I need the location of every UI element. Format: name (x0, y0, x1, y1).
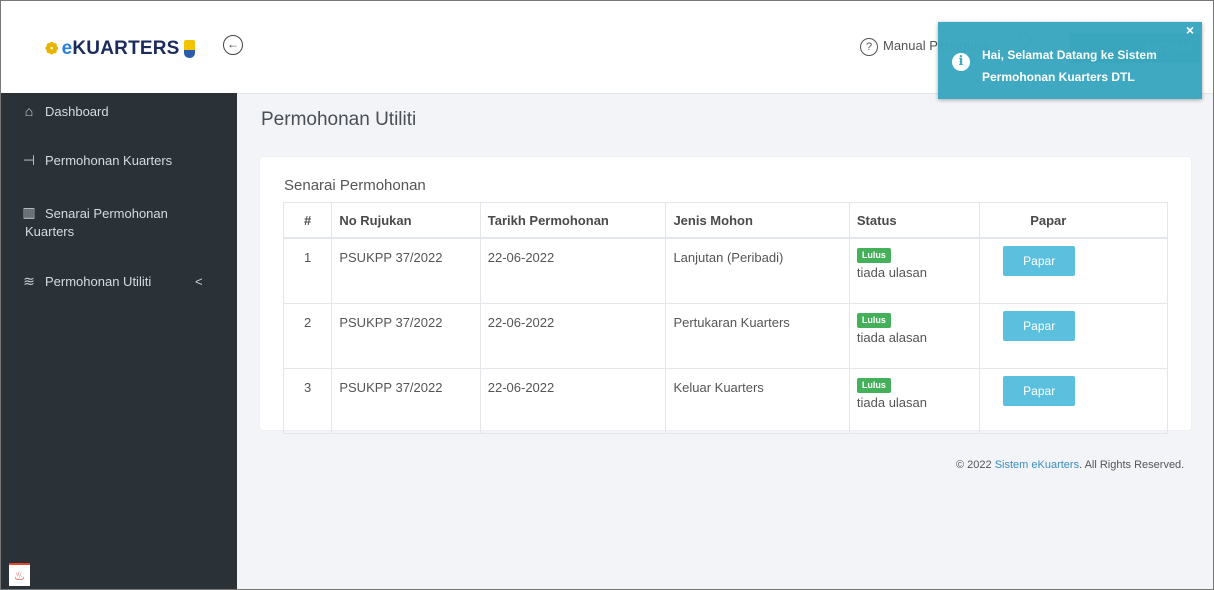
row-view-cell: Papar (979, 303, 1168, 369)
row-status: Lulus tiada alasan (848, 303, 981, 369)
papar-button[interactable]: Papar (1003, 311, 1076, 341)
row-date: 22-06-2022 (479, 237, 667, 304)
column-header-reference: No Rujukan (331, 202, 481, 239)
row-type: Keluar Kuarters (665, 368, 850, 434)
status-reason: tiada ulasan (856, 395, 928, 410)
home-icon: ⌂ (24, 103, 34, 119)
table-row: 3 PSUKPP 37/2022 22-06-2022 Keluar Kuart… (282, 368, 1168, 434)
row-reference: PSUKPP 37/2022 (331, 303, 481, 369)
column-header-status: Status (848, 202, 981, 239)
logo-crest-icon (183, 40, 195, 58)
table-header-row: # No Rujukan Tarikh Permohonan Jenis Moh… (282, 202, 1168, 239)
papar-button[interactable]: Papar (1003, 376, 1076, 406)
logo-text: KUARTERS (72, 38, 180, 59)
column-header-date: Tarikh Permohonan (479, 202, 667, 239)
footer-link[interactable]: Sistem eKuarters (995, 459, 1079, 471)
row-view-cell: Papar (979, 237, 1168, 304)
key-icon: ⊣ (22, 152, 36, 168)
toast-close-icon[interactable]: × (1186, 22, 1194, 38)
app-logo[interactable]: ❁ e KUARTERS (45, 37, 195, 61)
status-reason: tiada ulasan (856, 265, 928, 280)
layers-icon: ≋ (23, 273, 35, 289)
sidebar-item-senarai-permohonan-kuarters[interactable]: ▥ Senarai Permohonan Kuarters (1, 203, 237, 243)
help-circle-icon: ? (860, 38, 878, 56)
sidebar-item-permohonan-kuarters[interactable]: ⊣ Permohonan Kuarters (1, 151, 237, 181)
sidebar-item-label: Senarai Permohonan Kuarters (25, 206, 168, 239)
papar-button[interactable]: Papar (1003, 246, 1076, 276)
card-title: Senarai Permohonan (284, 177, 426, 194)
row-status: Lulus tiada ulasan (848, 368, 981, 434)
row-type: Lanjutan (Peribadi) (665, 237, 850, 304)
sidebar: ⌂ Dashboard ⊣ Permohonan Kuarters ▥ Sena… (1, 93, 237, 589)
status-reason: tiada alasan (856, 330, 928, 345)
laravel-debug-icon[interactable]: ♨ (9, 563, 30, 586)
application-table: # No Rujukan Tarikh Permohonan Jenis Moh… (282, 202, 1168, 434)
status-badge: Lulus (856, 378, 891, 393)
application-list-card: Senarai Permohonan # No Rujukan Tarikh P… (260, 157, 1191, 434)
sidebar-item-dashboard[interactable]: ⌂ Dashboard (1, 102, 237, 132)
row-date: 22-06-2022 (479, 303, 667, 369)
sidebar-item-label: Permohonan Utiliti (45, 274, 152, 289)
chevron-left-icon: < (195, 274, 203, 289)
sidebar-toggle-icon[interactable]: ← (223, 35, 243, 55)
logo-flower-icon: ❁ (45, 41, 59, 58)
row-number: 3 (282, 368, 333, 434)
column-header-view: Papar (979, 202, 1168, 239)
sidebar-item-permohonan-utiliti[interactable]: ≋ Permohonan Utiliti < (1, 272, 237, 302)
status-badge: Lulus (856, 248, 891, 263)
row-type: Pertukaran Kuarters (665, 303, 850, 369)
column-header-number: # (282, 202, 333, 239)
toast-message: Hai, Selamat Datang ke Sistem Permohonan… (982, 48, 1157, 84)
row-reference: PSUKPP 37/2022 (331, 237, 481, 304)
footer-rights: . All Rights Reserved. (1079, 459, 1185, 471)
logo-e: e (61, 38, 73, 59)
sidebar-item-label: Dashboard (45, 104, 109, 119)
row-date: 22-06-2022 (479, 368, 667, 434)
footer: © 2022 Sistem eKuarters. All Rights Rese… (956, 459, 1184, 471)
column-header-type: Jenis Mohon (665, 202, 850, 239)
status-badge: Lulus (856, 313, 891, 328)
row-reference: PSUKPP 37/2022 (331, 368, 481, 434)
sidebar-item-label: Permohonan Kuarters (45, 153, 173, 168)
app-frame: ❁ e KUARTERS ← ? Manual Pengguna 6072344… (0, 0, 1214, 590)
page-title: Permohonan Utiliti (261, 109, 417, 130)
table-row: 2 PSUKPP 37/2022 22-06-2022 Pertukaran K… (282, 303, 1168, 369)
info-icon: i (952, 53, 970, 71)
welcome-toast: × i Hai, Selamat Datang ke Sistem Permoh… (938, 22, 1202, 99)
row-number: 2 (282, 303, 333, 369)
row-view-cell: Papar (979, 368, 1168, 434)
table-row: 1 PSUKPP 37/2022 22-06-2022 Lanjutan (Pe… (282, 237, 1168, 304)
row-number: 1 (282, 237, 333, 304)
footer-copyright: © 2022 (956, 459, 995, 471)
row-status: Lulus tiada ulasan (848, 237, 981, 304)
